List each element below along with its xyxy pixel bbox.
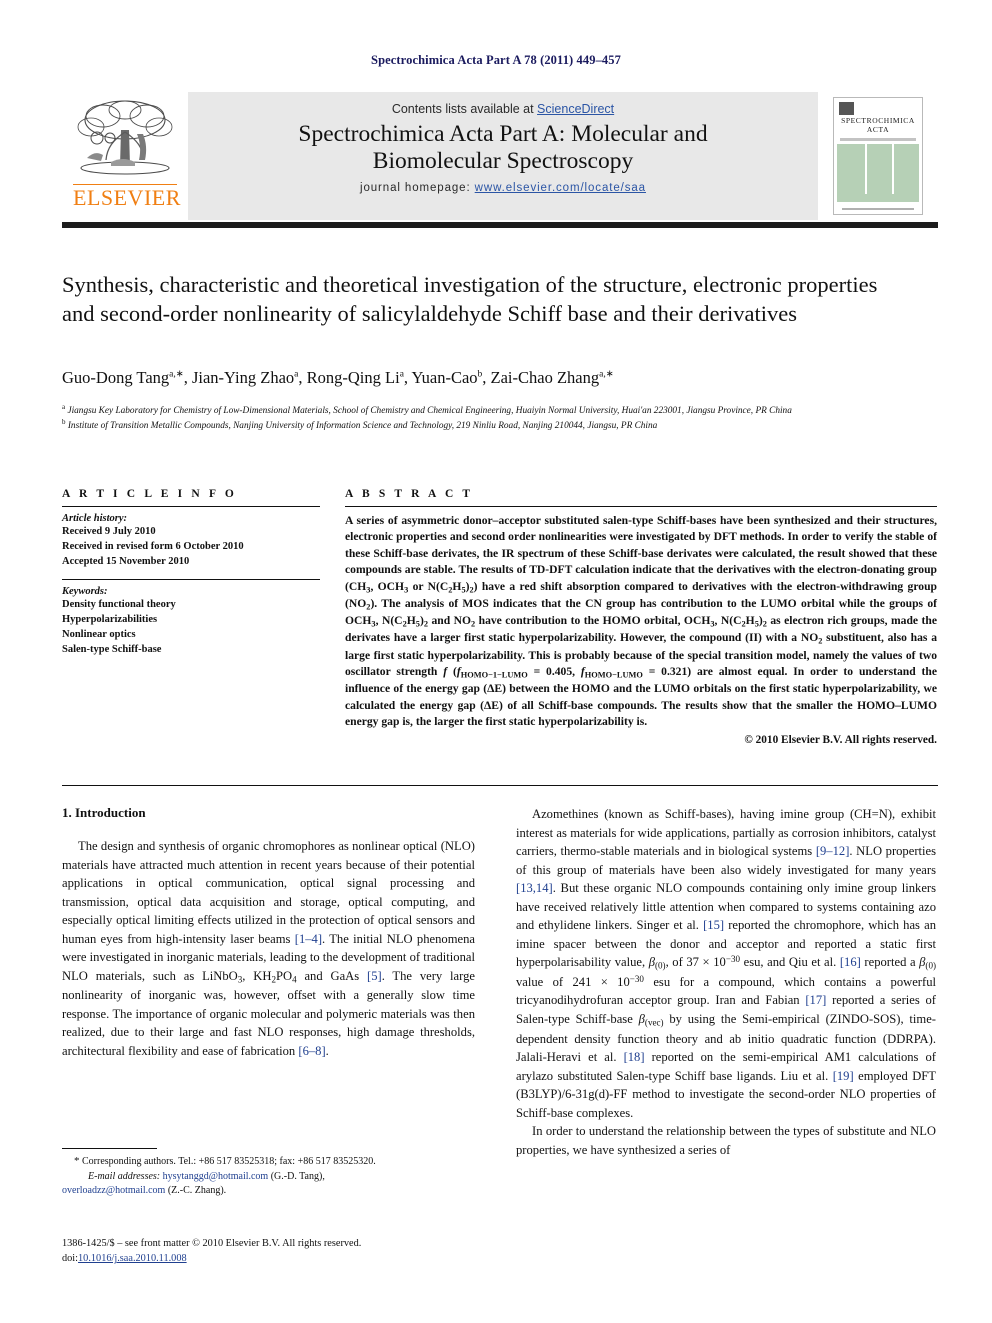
article-info-heading: A R T I C L E I N F O (62, 488, 237, 500)
article-info-block: A R T I C L E I N F O Article history: R… (62, 488, 320, 658)
homepage-prefix: journal homepage: (360, 182, 475, 195)
cover-bar-left (865, 144, 867, 194)
email-addresses-note: E-mail addresses: hysytanggd@hotmail.com… (88, 1170, 325, 1182)
affiliation-b-text: Institute of Transition Metallic Compoun… (67, 421, 658, 432)
elsevier-wordmark: ELSEVIER (73, 184, 181, 210)
list-item: Received in revised form 6 October 2010 (62, 541, 244, 553)
article-history-label: Article history: (62, 513, 128, 524)
affiliations: a Jiangsu Key Laboratory for Chemistry o… (62, 403, 932, 434)
contents-prefix: Contents lists available at (391, 102, 538, 116)
abstract-heading: A B S T R A C T (345, 488, 474, 500)
article-history-list: Received 9 July 2010 Received in revised … (62, 524, 320, 570)
body-column-left: 1. Introduction The design and synthesis… (62, 805, 475, 1060)
article-page: Spectrochimica Acta Part A 78 (2011) 449… (0, 0, 992, 1323)
sciencedirect-link[interactable]: ScienceDirect (537, 102, 614, 116)
masthead-bottom-rule (62, 222, 938, 228)
footnote-rule (62, 1148, 157, 1149)
running-head: Spectrochimica Acta Part A 78 (2011) 449… (371, 53, 621, 67)
cover-title-line1: SPECTROCHIMICA (841, 116, 915, 125)
abstract-block: A B S T R A C T A series of asymmetric d… (345, 488, 937, 746)
abstract-copyright: © 2010 Elsevier B.V. All rights reserved… (744, 733, 937, 746)
section-divider-rule (62, 785, 938, 786)
journal-homepage-line: journal homepage: www.elsevier.com/locat… (188, 182, 818, 194)
intro-paragraph-right-2: In order to understand the relationship … (516, 1124, 936, 1157)
intro-paragraph-left-1: The design and synthesis of organic chro… (62, 839, 475, 1058)
elsevier-tree-icon (77, 100, 173, 175)
journal-title-line1: Spectrochimica Acta Part A: Molecular an… (298, 121, 708, 147)
email-addresses-note-2: overloadzz@hotmail.com (Z.-C. Zhang). (62, 1185, 227, 1197)
abstract-rule (345, 506, 937, 507)
doi-link[interactable]: 10.1016/j.saa.2010.11.008 (78, 1253, 187, 1264)
list-item: Density functional theory (62, 598, 176, 610)
issn-front-matter: 1386-1425/$ – see front matter © 2010 El… (62, 1238, 362, 1249)
doi-line: doi:10.1016/j.saa.2010.11.008 (62, 1251, 562, 1266)
cover-bar-right (892, 144, 894, 194)
list-item: Hyperpolarizabilities (62, 613, 158, 625)
abstract-text: A series of asymmetric donor–acceptor su… (345, 514, 937, 729)
cover-title-line2: ACTA (866, 125, 890, 135)
list-item: Nonlinear optics (62, 629, 136, 641)
list-item: Received 9 July 2010 (62, 526, 156, 537)
imprint-block: 1386-1425/$ – see front matter © 2010 El… (62, 1236, 562, 1267)
page-title: Synthesis, characteristic and theoretica… (62, 272, 878, 327)
journal-cover-thumbnail: SPECTROCHIMICA ACTA (818, 92, 938, 220)
cover-footer-rule (842, 208, 914, 210)
journal-homepage-link[interactable]: www.elsevier.com/locate/saa (475, 182, 646, 194)
elsevier-logo: ELSEVIER (62, 92, 188, 220)
masthead-center: Contents lists available at ScienceDirec… (188, 92, 818, 220)
cover-green-panel (837, 144, 919, 202)
doi-prefix: doi: (62, 1253, 79, 1265)
author-list: Guo-Dong Tanga,∗, Jian-Ying Zhaoa, Rong-… (62, 368, 614, 387)
introduction-heading: 1. Introduction (62, 805, 146, 820)
journal-title: Spectrochimica Acta Part A: Molecular an… (188, 121, 818, 175)
keywords-label: Keywords: (62, 585, 108, 597)
cover-publisher-mark-icon (839, 102, 854, 115)
body-column-right: Azomethines (known as Schiff-bases), hav… (516, 805, 936, 1159)
footnote-block: * Corresponding authors. Tel.: +86 517 8… (62, 1148, 475, 1199)
list-item: Salen-type Schiff-base (62, 644, 162, 656)
article-info-rule-mid (62, 578, 320, 580)
cover-title-text: SPECTROCHIMICA ACTA (834, 116, 922, 135)
affiliation-a: a Jiangsu Key Laboratory for Chemistry o… (62, 403, 792, 417)
corresponding-author-note: * Corresponding authors. Tel.: +86 517 8… (74, 1155, 376, 1167)
contents-available-line: Contents lists available at ScienceDirec… (188, 102, 818, 116)
cover-subtitle-rule (840, 138, 916, 141)
article-info-rule-top (62, 506, 320, 507)
keywords-list: Density functional theory Hyperpolarizabi… (62, 597, 320, 658)
journal-title-line2: Biomolecular Spectroscopy (372, 148, 634, 175)
list-item: Accepted 15 November 2010 (62, 556, 190, 568)
affiliation-b: b Institute of Transition Metallic Compo… (62, 418, 658, 432)
intro-paragraph-right-1: Azomethines (known as Schiff-bases), hav… (516, 807, 937, 1120)
journal-masthead: ELSEVIER Contents lists available at Sci… (62, 92, 938, 228)
cover-image: SPECTROCHIMICA ACTA (833, 97, 923, 215)
affiliation-a-text: Jiangsu Key Laboratory for Chemistry of … (67, 406, 792, 417)
